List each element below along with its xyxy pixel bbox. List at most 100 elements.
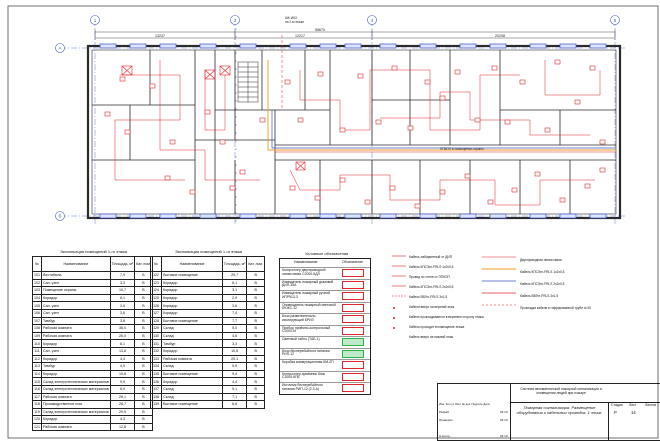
table-cell: В [246,339,265,348]
table-cell: 108 [32,324,42,333]
table-row: 116 Склад электротехнических материалов 8,… [32,384,153,394]
table-cell: В [246,392,265,402]
table-cell: 8,1 [109,339,136,348]
table-row: 105 Сан. узел 3,6 В [32,301,153,310]
smoke-detector-icon [229,185,236,191]
smoke-detector-icon [259,117,266,123]
window [379,213,397,219]
table-cell: Склад [161,362,223,371]
legend-item: Оповещатель пожарный световой ЛЮКС-12 [280,301,370,312]
smoke-detector-icon [439,189,446,195]
table-cell: 28,1 [109,392,136,402]
table-cell: 107 [32,316,42,326]
table-cell: Производственное пом. [41,400,111,409]
table-cell: 3,8 [109,316,136,326]
window [344,213,362,219]
smoke-detector-icon [389,185,396,191]
table-cell: 4,4 [221,377,248,386]
legend-item: Контроллер-приёмник блок С2000-КПБ [280,370,370,381]
table-cell: Рабочая комната [41,331,111,341]
window [199,43,217,49]
window [129,213,147,219]
smoke-detector-icon [454,69,461,75]
window [589,43,607,49]
table-row: 114 Коридор 19,8 В [32,369,153,379]
table-cell: Рабочая комната [41,422,111,432]
table-cell: 9,9 [109,377,136,386]
smoke-detector-icon [297,117,304,123]
table-row: 125 Коридор 2,9 В [149,293,265,303]
smoke-detector-icon [464,173,471,179]
smoke-detector-icon [511,187,518,193]
table-cell: 105 [32,301,42,310]
table-cell: Коридор [41,293,111,303]
smoke-detector-icon [317,71,324,77]
legend-item-label: Блок бесперебойного питания РИП-12 [282,348,330,357]
table-cell: Коридор [41,339,111,348]
table-row: 118 Производственное пом. 28,7 В [32,400,153,409]
table-row: 103 Помещение охраны 10,7 В [32,286,153,295]
table-row: 110 Коридор 8,1 В [32,339,153,348]
legend-item-label: Извещатель пожарный ручной ИПР513-3 [282,291,331,299]
table-cell: 124 [149,286,163,295]
smoke-detector-icon [289,185,296,191]
table-cell: 8,9 [109,384,136,394]
smoke-detector-icon [589,65,596,71]
table-cell: В [246,354,265,364]
table-cell: 3,6 [109,308,136,318]
table-cell: Помещение охраны [41,286,111,295]
table-row: 126 Коридор 3,6 В [149,301,265,310]
window [289,43,307,49]
window [529,213,547,219]
stamp-project: Система автоматической пожарной сигнализ… [520,387,602,396]
cable-legend-right-item: Кабель ВВГнг-FRLS 3х1,5 [520,294,559,298]
cable-legend-note: Кабели вверх на верхний этаж [409,305,455,309]
stamp-date: 03.10 [500,418,508,422]
legend-symbol-icon [342,315,364,323]
table-cell: Склад [161,331,223,341]
table-row: 134 Склад 5,9 В [149,362,265,371]
cable-runs [114,35,616,206]
smoke-detector-icon [104,111,111,117]
panel-note: ППКОП в помещении охраны [440,147,484,151]
table-cell: 6,1 [221,278,248,288]
table-cell: Склад [161,384,223,394]
table-cell: В [246,331,265,341]
table-cell: 104 [32,293,42,303]
table-cell: В [246,271,265,280]
dimension-lines [94,29,616,40]
table-cell: Сан. узел [41,278,111,288]
table-row: 113 Тамбур 4,9 В [32,362,153,371]
table-cell: 117 [32,392,42,402]
table-cell: 123 [149,278,163,288]
legend-item: Световой табло (ТАБ-1) [280,336,370,346]
col-cat: Кат. пом. [246,256,265,272]
table-cell: 139 [149,400,163,409]
smoke-detector-icon [474,117,481,123]
window [589,213,607,219]
smoke-detector-icon [407,125,414,131]
cable-legend-right-item: Кабель КПСЭнг-FRLS 2х2х0,5 [520,282,565,286]
stamp-roles: Разраб. Проверил Н.контр. [439,408,453,440]
table-cell: Коридор [161,293,223,303]
smoke-detector-icon [339,127,346,133]
smoke-detector-icon [599,167,606,173]
legend-item: Блок разветвительно-изолирующий БРИЗ [280,313,370,323]
rooms-table-right-caption: Экспликация помещений 1-го этажа [175,249,243,254]
dim-3: 20208 [495,34,505,38]
cable-legend-right [482,256,516,306]
table-cell: В [246,308,265,318]
table-cell: Склад электротехнических материалов [41,384,111,394]
table-cell: 28,7 [109,400,136,409]
table-cell: 3,6 [221,301,248,310]
col-name: Наименование [41,256,111,272]
table-cell: Склад [161,324,223,333]
table-cell: В [246,301,265,310]
legend-symbol-icon [342,361,364,369]
table-cell: Рабочая комната [41,324,111,333]
table-row: 122 Бытовое помещение 29,7 В [149,271,265,280]
smoke-detector-icon [559,197,566,203]
table-cell: Сан. узел [41,301,111,310]
table-cell: Бытовое помещение [161,400,223,409]
window [489,43,507,49]
